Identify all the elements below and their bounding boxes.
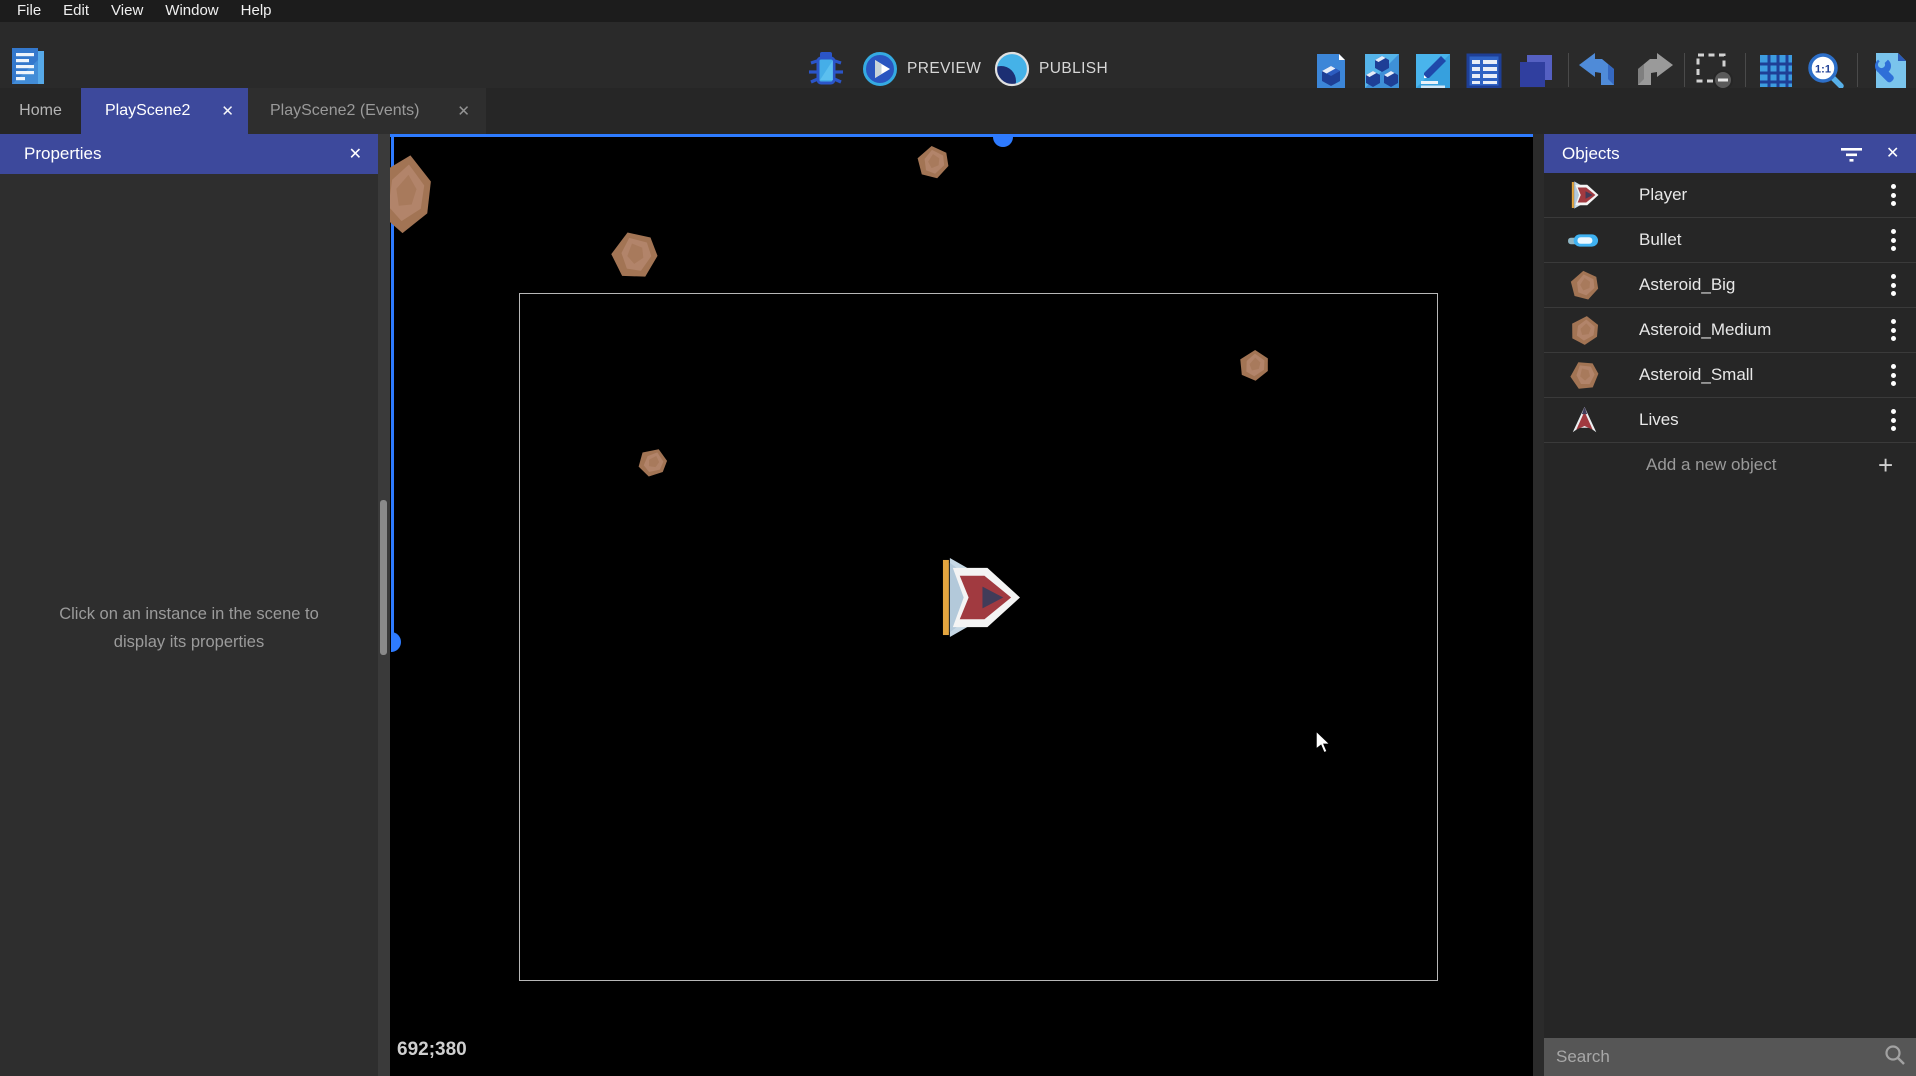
selection-top-edge <box>390 134 1533 137</box>
publish-label: PUBLISH <box>1039 60 1108 78</box>
asteroid-instance[interactable] <box>390 152 434 236</box>
kebab-menu-icon[interactable] <box>1885 227 1901 253</box>
close-icon[interactable]: ✕ <box>1886 143 1899 163</box>
canvas-right-gutter <box>1533 134 1544 1076</box>
objects-list-icon[interactable] <box>1362 51 1402 91</box>
player-ship-icon <box>1566 173 1602 217</box>
publish-sphere-icon <box>994 51 1030 87</box>
bullet-icon <box>1566 218 1602 262</box>
search-icon <box>1884 1044 1906 1071</box>
preview-button[interactable]: PREVIEW <box>862 49 981 89</box>
selection-handle-left[interactable] <box>391 632 401 652</box>
menu-help[interactable]: Help <box>230 0 283 22</box>
scene-settings-icon[interactable] <box>1868 51 1908 91</box>
add-new-object-button[interactable]: Add a new object + <box>1544 443 1916 487</box>
properties-hint: Click on an instance in the scene to dis… <box>39 600 339 656</box>
objects-panel: Objects ✕ Player Bullet <box>1544 134 1916 1076</box>
preview-label: PREVIEW <box>907 60 981 78</box>
asteroid-icon <box>1566 353 1602 397</box>
svg-text:1:1: 1:1 <box>1815 64 1831 76</box>
asteroid-icon <box>1566 263 1602 307</box>
toolbar-divider <box>1857 53 1858 87</box>
redo-icon[interactable] <box>1630 51 1670 91</box>
kebab-menu-icon[interactable] <box>1885 317 1901 343</box>
scrollbar-thumb[interactable] <box>380 500 387 655</box>
asteroid-instance[interactable] <box>637 447 668 478</box>
plus-icon[interactable]: + <box>1878 450 1893 481</box>
objects-search-bar <box>1544 1038 1916 1076</box>
mouse-cursor <box>1314 730 1332 754</box>
zoom-1-1-icon[interactable]: 1:1 <box>1806 51 1846 91</box>
toolbar-divider <box>1745 53 1746 87</box>
undo-icon[interactable] <box>1578 51 1618 91</box>
objects-title: Objects <box>1562 144 1620 164</box>
edit-scene-icon[interactable] <box>1413 51 1453 91</box>
main-area: Properties ✕ Click on an instance in the… <box>0 134 1916 1076</box>
instances-list-icon[interactable] <box>1516 51 1556 91</box>
tab-playscene2-events[interactable]: PlayScene2 (Events) ✕ <box>248 88 486 134</box>
kebab-menu-icon[interactable] <box>1885 272 1901 298</box>
tab-playscene2[interactable]: PlayScene2 ✕ <box>81 88 248 134</box>
lives-ship-icon <box>1566 398 1602 442</box>
player-ship-instance[interactable] <box>938 557 1021 638</box>
selection-handle-top[interactable] <box>993 137 1013 147</box>
menu-window[interactable]: Window <box>154 0 229 22</box>
object-row-player[interactable]: Player <box>1544 173 1916 218</box>
canvas-vertical-scrollbar[interactable] <box>378 134 390 1076</box>
object-row-bullet[interactable]: Bullet <box>1544 218 1916 263</box>
object-row-asteroid-small[interactable]: Asteroid_Small <box>1544 353 1916 398</box>
scene-canvas[interactable]: 692;380 <box>390 134 1533 1076</box>
object-row-lives[interactable]: Lives <box>1544 398 1916 443</box>
toolbar-divider <box>1568 53 1569 87</box>
play-preview-icon <box>862 51 898 87</box>
tab-home[interactable]: Home <box>0 88 81 134</box>
properties-title: Properties <box>24 144 101 164</box>
menu-view[interactable]: View <box>100 0 154 22</box>
close-icon[interactable]: ✕ <box>457 102 470 120</box>
grid-icon[interactable] <box>1756 51 1796 91</box>
menu-bar: File Edit View Window Help <box>0 0 1916 22</box>
kebab-menu-icon[interactable] <box>1885 182 1901 208</box>
objects-header: Objects ✕ <box>1544 134 1916 173</box>
cursor-coordinates: 692;380 <box>397 1039 467 1061</box>
filter-icon[interactable] <box>1840 147 1864 167</box>
asteroid-instance[interactable] <box>1237 349 1271 382</box>
object-row-asteroid-medium[interactable]: Asteroid_Medium <box>1544 308 1916 353</box>
asteroid-instance[interactable] <box>915 145 951 180</box>
layers-list-icon[interactable] <box>1464 51 1504 91</box>
close-icon[interactable]: ✕ <box>221 102 234 120</box>
properties-header: Properties ✕ <box>0 134 378 174</box>
asteroid-icon <box>1566 308 1602 352</box>
close-icon[interactable]: ✕ <box>349 144 362 164</box>
toolbar-divider <box>1684 53 1685 87</box>
search-input[interactable] <box>1544 1046 1884 1068</box>
publish-button[interactable]: PUBLISH <box>994 49 1108 89</box>
menu-file[interactable]: File <box>6 0 52 22</box>
toolbar: PREVIEW PUBLISH <box>0 22 1916 88</box>
scene-properties-icon[interactable] <box>1311 51 1351 91</box>
debug-icon[interactable] <box>806 48 846 88</box>
object-row-asteroid-big[interactable]: Asteroid_Big <box>1544 263 1916 308</box>
kebab-menu-icon[interactable] <box>1885 362 1901 388</box>
deselect-icon[interactable] <box>1694 51 1734 91</box>
tab-bar: Home PlayScene2 ✕ PlayScene2 (Events) ✕ <box>0 88 1916 134</box>
menu-edit[interactable]: Edit <box>52 0 100 22</box>
kebab-menu-icon[interactable] <box>1885 407 1901 433</box>
asteroid-instance[interactable] <box>609 229 660 282</box>
properties-panel: Properties ✕ Click on an instance in the… <box>0 134 378 1076</box>
project-manager-icon[interactable] <box>10 46 50 86</box>
